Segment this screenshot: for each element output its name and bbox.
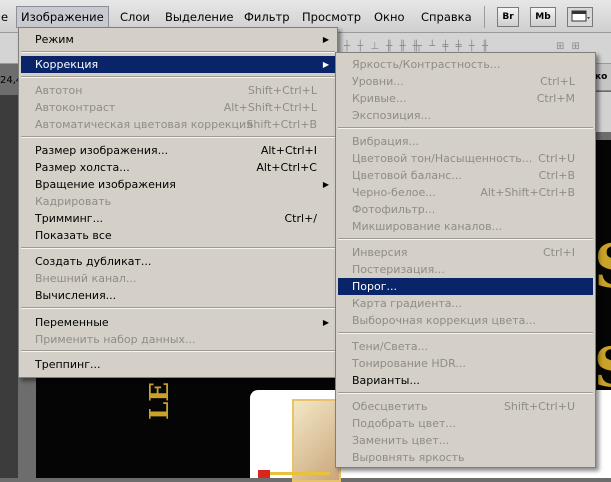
menu-filter[interactable]: Фильтр — [240, 8, 294, 26]
submenu-arrow-icon: ▶ — [322, 60, 329, 69]
canvas-letter-1: S — [594, 232, 611, 302]
menu-item-shadows-highlights[interactable]: Тени/Света... — [338, 338, 593, 355]
tools-panel-edge — [0, 95, 18, 478]
menu-item-hue-saturation[interactable]: Цветовой тон/Насыщенность... Ctrl+U — [338, 150, 593, 167]
align-buttons-1: ┼ ┼ ⊥ ╫ ╫ ╫ — [344, 41, 421, 52]
align-buttons-3: ⊞ ⊞ — [556, 41, 582, 52]
menubar-divider — [484, 6, 485, 28]
menu-item-auto-color[interactable]: Автоматическая цветовая коррекция Shift+C… — [21, 116, 335, 133]
menu-item-hdr-toning[interactable]: Тонирование HDR... — [338, 355, 593, 372]
menu-item-photo-filter[interactable]: Фотофильтр... — [338, 201, 593, 218]
menu-item-mode[interactable]: Режим ▶ — [21, 31, 335, 48]
menu-help[interactable]: Справка — [417, 8, 476, 26]
menu-item-variations[interactable]: Варианты... — [338, 372, 593, 389]
menu-edit-fragment[interactable]: е — [0, 8, 12, 26]
menu-item-brightness-contrast[interactable]: Яркость/Контрастность... — [338, 56, 593, 73]
menu-item-channel-mixer[interactable]: Микширование каналов... — [338, 218, 593, 235]
menu-item-reveal-all[interactable]: Показать все — [21, 227, 335, 244]
menu-separator — [21, 76, 335, 78]
menu-layers[interactable]: Слои — [116, 8, 154, 26]
menu-separator — [338, 332, 593, 334]
menu-separator — [21, 307, 335, 309]
ruler-area — [595, 92, 611, 132]
submenu-arrow-icon: ▶ — [322, 318, 329, 327]
menu-window[interactable]: Окно — [370, 8, 409, 26]
screen-mode-icon[interactable] — [567, 7, 593, 27]
menu-item-image-rotation[interactable]: Вращение изображения ▶ — [21, 176, 335, 193]
canvas-photo — [292, 399, 341, 482]
canvas-red-mark — [258, 470, 270, 478]
menu-item-posterize[interactable]: Постеризация... — [338, 261, 593, 278]
menu-separator — [338, 238, 593, 240]
mini-bridge-icon[interactable]: Mb — [530, 7, 556, 27]
screen-mode-glyph — [571, 10, 590, 22]
menu-item-image-size[interactable]: Размер изображения... Alt+Ctrl+I — [21, 142, 335, 159]
document-tab[interactable]: ко — [595, 64, 611, 91]
menu-item-match-color[interactable]: Подобрать цвет... — [338, 415, 593, 432]
menu-item-exposure[interactable]: Экспозиция... — [338, 107, 593, 124]
menu-item-vibrance[interactable]: Вибрация... — [338, 133, 593, 150]
menu-view[interactable]: Просмотр — [298, 8, 365, 26]
menu-item-threshold[interactable]: Порог... — [338, 278, 593, 295]
menu-item-duplicate[interactable]: Создать дубликат... — [21, 253, 335, 270]
menu-item-color-balance[interactable]: Цветовой баланс... Ctrl+B — [338, 167, 593, 184]
menu-item-gradient-map[interactable]: Карта градиента... — [338, 295, 593, 312]
menu-item-desaturate[interactable]: Обесцветить Shift+Ctrl+U — [338, 398, 593, 415]
menu-item-curves[interactable]: Кривые... Ctrl+M — [338, 90, 593, 107]
menu-select[interactable]: Выделение — [161, 8, 238, 26]
menu-item-crop[interactable]: Кадрировать — [21, 193, 335, 210]
menu-item-calculations[interactable]: Вычисления... — [21, 287, 335, 304]
menu-separator — [21, 247, 335, 249]
menu-item-equalize[interactable]: Выровнять яркость — [338, 449, 593, 466]
menu-item-apply-data-set[interactable]: Применить набор данных... — [21, 331, 335, 348]
menu-item-black-white[interactable]: Черно-белое... Alt+Shift+Ctrl+B — [338, 184, 593, 201]
adjustments-submenu: Яркость/Контрастность... Уровни... Ctrl+L… — [335, 52, 596, 468]
submenu-arrow-icon: ▶ — [322, 35, 329, 44]
menu-item-canvas-size[interactable]: Размер холста... Alt+Ctrl+C — [21, 159, 335, 176]
menu-separator — [338, 127, 593, 129]
menu-item-invert[interactable]: Инверсия Ctrl+I — [338, 244, 593, 261]
submenu-arrow-icon: ▶ — [322, 180, 329, 189]
menu-item-selective-color[interactable]: Выборочная коррекция цвета... — [338, 312, 593, 329]
menu-separator — [21, 51, 335, 53]
image-menu: Режим ▶ Коррекция ▶ Автотон Shift+Ctrl+L Ав… — [18, 27, 338, 378]
menu-item-levels[interactable]: Уровни... Ctrl+L — [338, 73, 593, 90]
menu-item-trim[interactable]: Тримминг... Ctrl+/ — [21, 210, 335, 227]
menu-item-auto-tone[interactable]: Автотон Shift+Ctrl+L — [21, 82, 335, 99]
align-buttons-2: ┬ ┴ ╪ ╪ ┼ ╫ — [416, 41, 491, 52]
menu-item-trap[interactable]: Треппинг... — [21, 356, 335, 373]
menu-item-adjustments[interactable]: Коррекция ▶ — [21, 56, 335, 73]
menu-item-apply-image[interactable]: Внешний канал... — [21, 270, 335, 287]
canvas-yellow-line — [270, 472, 330, 475]
canvas-vertical-text: LE — [145, 381, 175, 420]
menu-separator — [338, 392, 593, 394]
menu-separator — [21, 136, 335, 138]
menu-image[interactable]: Изображение — [16, 6, 109, 28]
menu-item-replace-color[interactable]: Заменить цвет... — [338, 432, 593, 449]
menu-item-variables[interactable]: Переменные ▶ — [21, 314, 335, 331]
menu-item-auto-contrast[interactable]: Автоконтраст Alt+Shift+Ctrl+L — [21, 99, 335, 116]
menu-separator — [21, 350, 335, 352]
bridge-icon[interactable]: Br — [497, 7, 519, 27]
